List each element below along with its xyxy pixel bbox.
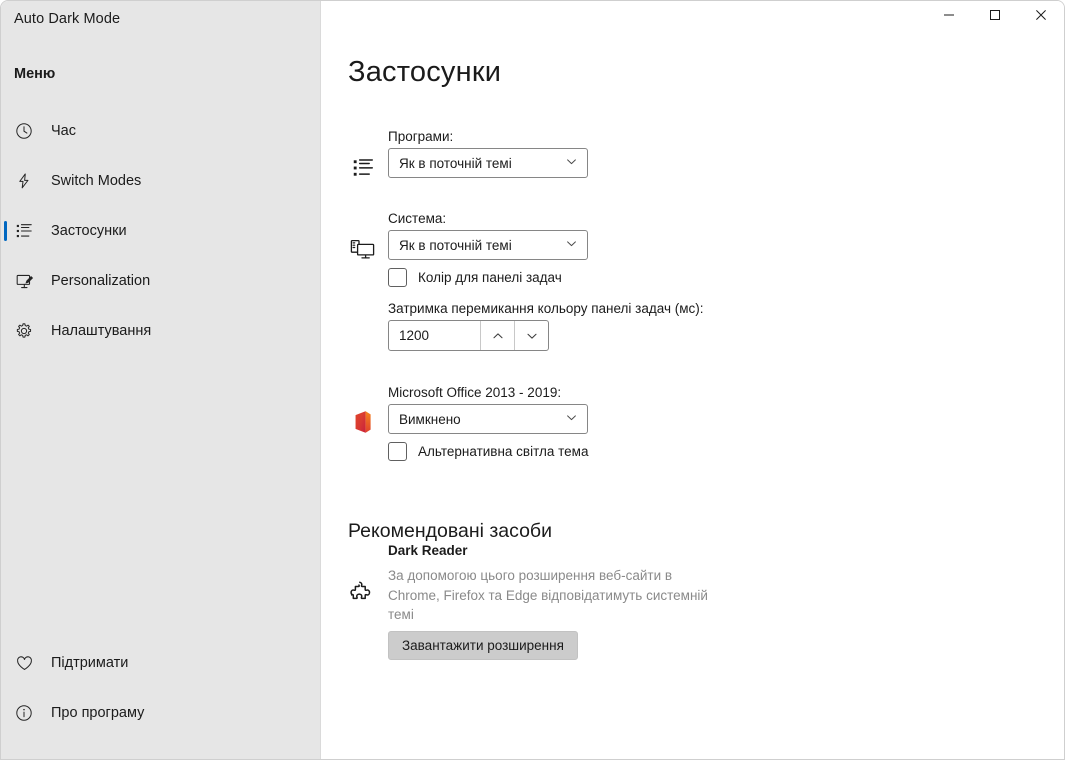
download-extension-button[interactable]: Завантажити розширення: [388, 631, 578, 660]
system-setting-group: Система: Як в поточній темі Колір для па…: [348, 211, 704, 351]
sidebar-item-switch-modes[interactable]: Switch Modes: [1, 163, 320, 199]
recommended-description: За допомогою цього розширення веб-сайти …: [388, 568, 708, 622]
apps-setting-group: Програми: Як в поточній темі: [348, 129, 588, 178]
system-theme-value: Як в поточній темі: [399, 237, 512, 253]
maximize-button[interactable]: [972, 1, 1018, 33]
monitor-pen-icon: [13, 270, 35, 292]
chevron-down-icon: [565, 411, 578, 427]
office-icon: [348, 407, 378, 437]
minimize-button[interactable]: [926, 1, 972, 33]
apps-list-icon: [13, 220, 35, 242]
sidebar-item-apps[interactable]: Застосунки: [1, 213, 320, 249]
heart-icon: [13, 652, 35, 674]
sidebar-item-label: Підтримати: [51, 655, 129, 671]
sidebar-nav-bottom: Підтримати Про програму: [1, 645, 320, 745]
maximize-icon: [989, 8, 1001, 26]
sidebar-item-label: Про програму: [51, 705, 145, 721]
window-controls: [926, 1, 1064, 33]
sidebar-item-support[interactable]: Підтримати: [1, 645, 320, 681]
sidebar-item-label: Час: [51, 123, 76, 139]
chevron-down-icon: [565, 155, 578, 171]
recommended-section-title: Рекомендовані засоби: [348, 520, 552, 542]
info-icon: [13, 702, 35, 724]
taskbar-color-checkbox-row[interactable]: Колір для панелі задач: [388, 268, 704, 287]
taskbar-delay-label: Затримка перемикання кольору панелі зада…: [388, 301, 704, 316]
sidebar-item-about[interactable]: Про програму: [1, 695, 320, 731]
office-setting-group: Microsoft Office 2013 - 2019: Вимкнено А…: [348, 385, 588, 461]
taskbar-delay-input[interactable]: [389, 321, 480, 350]
sidebar-item-label: Personalization: [51, 273, 151, 289]
apps-label: Програми:: [388, 129, 454, 144]
window-title: Auto Dark Mode: [14, 11, 121, 27]
office-alt-light-theme-row[interactable]: Альтернативна світла тема: [388, 442, 588, 461]
spinner-down-button[interactable]: [514, 321, 548, 350]
office-theme-value: Вимкнено: [399, 411, 461, 427]
apps-theme-value: Як в поточній темі: [399, 155, 512, 171]
sidebar-item-label: Switch Modes: [51, 173, 142, 189]
puzzle-piece-icon: [346, 576, 376, 606]
lightning-icon: [13, 170, 35, 192]
gear-icon: [13, 320, 35, 342]
taskbar-delay-spinner[interactable]: [388, 320, 549, 351]
taskbar-color-checkbox-label: Колір для панелі задач: [418, 270, 562, 285]
office-label: Microsoft Office 2013 - 2019:: [388, 385, 562, 400]
close-button[interactable]: [1018, 1, 1064, 33]
sidebar-item-label: Застосунки: [51, 223, 127, 239]
office-alt-light-theme-checkbox[interactable]: [388, 442, 407, 461]
sidebar-item-personalization[interactable]: Personalization: [1, 263, 320, 299]
chevron-down-icon: [565, 237, 578, 253]
apps-theme-dropdown[interactable]: Як в поточній темі: [388, 148, 588, 178]
sidebar-item-label: Налаштування: [51, 323, 152, 339]
sidebar-item-time[interactable]: Час: [1, 113, 320, 149]
app-window: Меню Час Switch Modes Застосунки Persona…: [0, 0, 1065, 760]
spinner-up-button[interactable]: [480, 321, 514, 350]
sidebar-item-settings[interactable]: Налаштування: [1, 313, 320, 349]
system-label: Система:: [388, 211, 447, 226]
close-icon: [1035, 8, 1047, 26]
sidebar-heading: Меню: [14, 66, 56, 82]
recommended-item-name: Dark Reader: [388, 543, 468, 558]
titlebar: Auto Dark Mode: [1, 1, 1064, 37]
office-theme-dropdown[interactable]: Вимкнено: [388, 404, 588, 434]
office-alt-light-theme-label: Альтернативна світла тема: [418, 444, 589, 459]
apps-list-icon: [348, 153, 378, 183]
monitor-taskbar-icon: [348, 235, 378, 265]
main-content: Застосунки Програми: Як в поточній темі: [322, 1, 1064, 759]
system-theme-dropdown[interactable]: Як в поточній темі: [388, 230, 588, 260]
sidebar: Меню Час Switch Modes Застосунки Persona…: [1, 1, 321, 759]
sidebar-nav: Час Switch Modes Застосунки Personalizat…: [1, 113, 320, 363]
minimize-icon: [943, 8, 955, 26]
taskbar-color-checkbox[interactable]: [388, 268, 407, 287]
clock-icon: [13, 120, 35, 142]
page-title: Застосунки: [348, 56, 502, 88]
